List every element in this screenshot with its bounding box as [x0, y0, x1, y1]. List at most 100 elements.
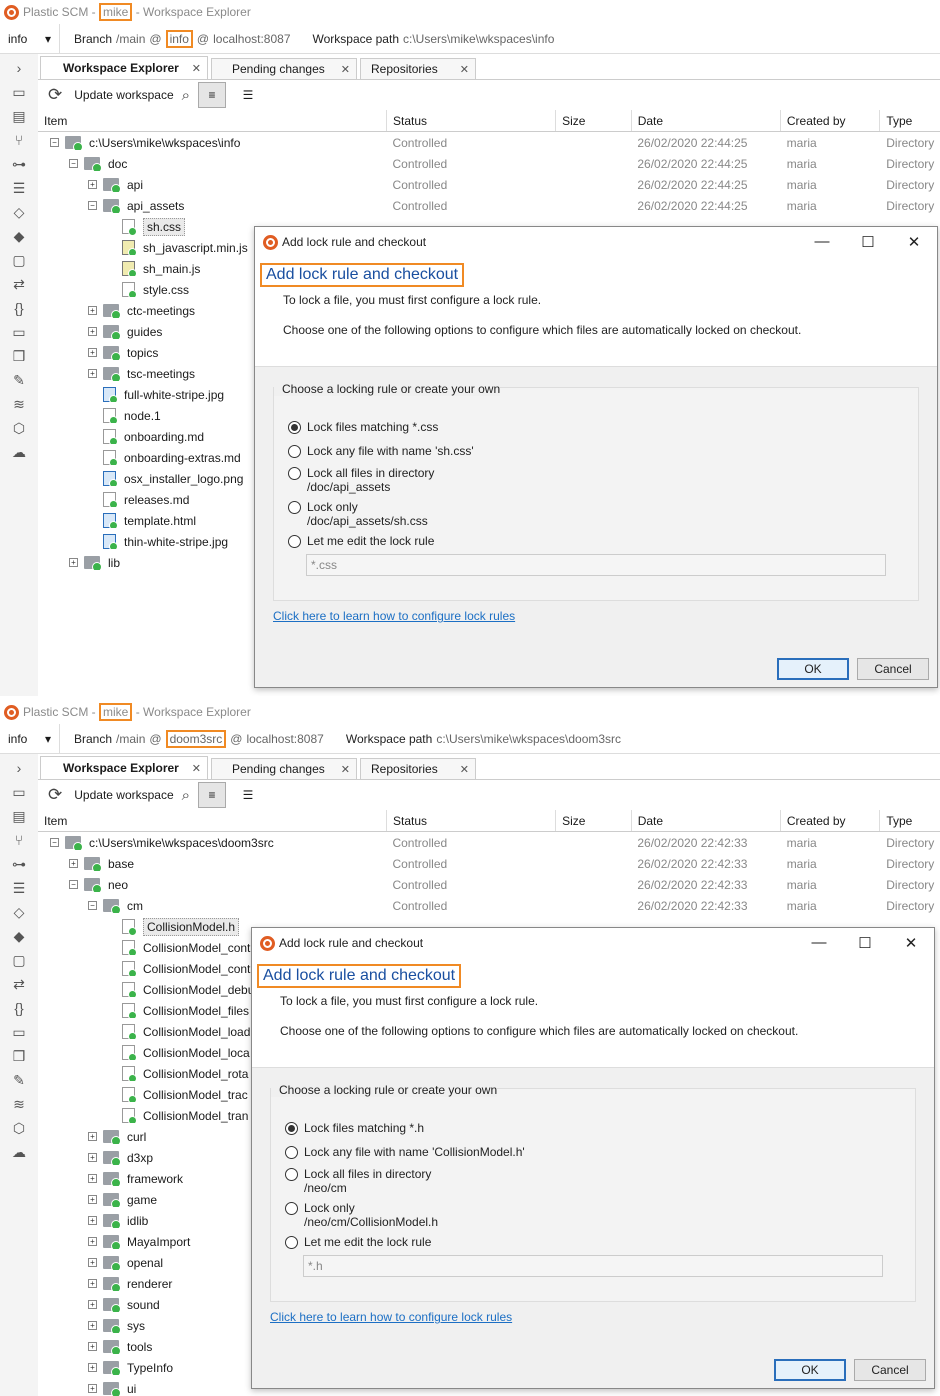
expand-icon[interactable]: +: [88, 1195, 97, 1204]
expand-icon[interactable]: +: [88, 1153, 97, 1162]
expand-icon[interactable]: +: [88, 1216, 97, 1225]
pending-changes-icon[interactable]: ▤: [8, 104, 30, 128]
expand-icon[interactable]: +: [69, 859, 78, 868]
close-icon[interactable]: ✕: [891, 233, 937, 251]
list-view-icon[interactable]: ☰: [234, 82, 262, 108]
expand-icon[interactable]: +: [88, 306, 97, 315]
close-icon[interactable]: ✕: [460, 63, 469, 76]
tab-pending-changes[interactable]: Pending changes ✕: [211, 758, 357, 779]
refresh-icon[interactable]: ⟳: [48, 785, 62, 805]
radio-selected[interactable]: [288, 421, 301, 434]
option-filename[interactable]: Lock any file with name 'sh.css': [288, 444, 918, 458]
refresh-icon[interactable]: ⟳: [48, 85, 62, 105]
close-icon[interactable]: ✕: [192, 62, 201, 75]
option-custom[interactable]: Let me edit the lock rule: [285, 1235, 915, 1249]
option-directory[interactable]: Lock all files in directory/neo/cm: [285, 1167, 915, 1195]
shelves-icon[interactable]: ▢: [8, 948, 30, 972]
expand-icon[interactable]: +: [88, 1237, 97, 1246]
expand-icon[interactable]: +: [88, 1300, 97, 1309]
close-icon[interactable]: ✕: [888, 934, 934, 952]
feed-icon[interactable]: ≋: [8, 1092, 30, 1116]
close-icon[interactable]: ✕: [460, 763, 469, 776]
folder-icon[interactable]: ▭: [8, 80, 30, 104]
expand-icon[interactable]: +: [88, 1174, 97, 1183]
cloud-icon[interactable]: ☁: [8, 440, 30, 464]
minimize-icon[interactable]: —: [799, 233, 845, 251]
collapse-icon[interactable]: −: [50, 138, 59, 147]
workspace-selector[interactable]: info ▾: [0, 24, 60, 53]
attribute-icon[interactable]: ◆: [8, 224, 30, 248]
table-row[interactable]: − cm Controlled 26/02/2020 22:42:33 maria Dir…: [38, 895, 940, 916]
search-icon[interactable]: ⌕: [182, 87, 190, 104]
tab-repositories[interactable]: Repositories ✕: [360, 58, 476, 79]
wrench-icon[interactable]: ✎: [8, 368, 30, 392]
collapse-icon[interactable]: −: [50, 838, 59, 847]
expand-icon[interactable]: +: [88, 369, 97, 378]
col-created-by[interactable]: Created by: [781, 810, 881, 831]
option-only-file[interactable]: Lock only/neo/cm/CollisionModel.h: [285, 1201, 915, 1229]
tree-view-icon[interactable]: ≡: [198, 782, 227, 808]
wrench-icon[interactable]: ✎: [8, 1068, 30, 1092]
table-row[interactable]: − doc Controlled 26/02/2020 22:44:25 maria Di…: [38, 153, 940, 174]
cancel-button[interactable]: Cancel: [854, 1359, 926, 1381]
expand-icon[interactable]: +: [88, 1258, 97, 1267]
collapse-icon[interactable]: −: [88, 201, 97, 210]
branches-icon[interactable]: ⑂: [8, 828, 30, 852]
col-item[interactable]: Item: [38, 110, 388, 131]
update-workspace-button[interactable]: Update workspace: [74, 88, 173, 102]
lock-rule-input[interactable]: *.h: [303, 1255, 883, 1277]
table-row[interactable]: + api Controlled 26/02/2020 22:44:25 maria Di…: [38, 174, 940, 195]
ok-button[interactable]: OK: [777, 658, 849, 680]
expand-icon[interactable]: +: [88, 1132, 97, 1141]
sync-icon[interactable]: ⇄: [8, 272, 30, 296]
cloud-icon[interactable]: ☁: [8, 1140, 30, 1164]
collapse-icon[interactable]: −: [69, 159, 78, 168]
tab-workspace-explorer[interactable]: Workspace Explorer ✕: [40, 756, 208, 779]
help-link[interactable]: Click here to learn how to configure loc…: [270, 1310, 916, 1324]
repository-value[interactable]: doom3src: [165, 729, 227, 748]
tab-repositories[interactable]: Repositories ✕: [360, 758, 476, 779]
col-status[interactable]: Status: [387, 110, 557, 131]
collapse-icon[interactable]: −: [69, 880, 78, 889]
cancel-button[interactable]: Cancel: [857, 658, 929, 680]
plastic-hub-icon[interactable]: ⬡: [8, 416, 30, 440]
shelves-icon[interactable]: ▢: [8, 248, 30, 272]
branches-icon[interactable]: ⑂: [8, 128, 30, 152]
tab-pending-changes[interactable]: Pending changes ✕: [211, 58, 357, 79]
help-link[interactable]: Click here to learn how to configure loc…: [273, 609, 919, 623]
table-row[interactable]: + base Controlled 26/02/2020 22:42:33 maria D…: [38, 853, 940, 874]
sync-icon[interactable]: ⇄: [8, 972, 30, 996]
expand-icon[interactable]: +: [88, 180, 97, 189]
plastic-hub-icon[interactable]: ⬡: [8, 1116, 30, 1140]
col-item[interactable]: Item: [38, 810, 388, 831]
expand-sidebar-icon[interactable]: ›: [8, 756, 30, 780]
radio[interactable]: [288, 535, 301, 548]
code-review-icon[interactable]: {}: [8, 296, 30, 320]
search-icon[interactable]: ⌕: [182, 787, 190, 804]
expand-icon[interactable]: +: [88, 1279, 97, 1288]
expand-icon[interactable]: +: [88, 348, 97, 357]
monitor-icon[interactable]: ▭: [8, 1020, 30, 1044]
expand-icon[interactable]: +: [88, 1321, 97, 1330]
radio[interactable]: [288, 445, 301, 458]
expand-icon[interactable]: +: [69, 558, 78, 567]
repositories-icon[interactable]: ❒: [8, 344, 30, 368]
ok-button[interactable]: OK: [774, 1359, 846, 1381]
branch-value[interactable]: /main: [116, 32, 145, 46]
branch-value[interactable]: /main: [116, 732, 145, 746]
option-extension[interactable]: Lock files matching *.h: [285, 1121, 915, 1135]
option-extension[interactable]: Lock files matching *.css: [288, 420, 918, 434]
changesets-icon[interactable]: ⊶: [8, 152, 30, 176]
option-filename[interactable]: Lock any file with name 'CollisionModel.…: [285, 1145, 915, 1159]
list-icon[interactable]: ☰: [8, 876, 30, 900]
feed-icon[interactable]: ≋: [8, 392, 30, 416]
list-icon[interactable]: ☰: [8, 176, 30, 200]
col-status[interactable]: Status: [387, 810, 557, 831]
option-directory[interactable]: Lock all files in directory/doc/api_asse…: [288, 466, 918, 494]
tree-view-icon[interactable]: ≡: [198, 82, 227, 108]
radio[interactable]: [288, 501, 301, 514]
radio-selected[interactable]: [285, 1122, 298, 1135]
col-type[interactable]: Type: [880, 810, 940, 831]
code-review-icon[interactable]: {}: [8, 996, 30, 1020]
option-custom[interactable]: Let me edit the lock rule: [288, 534, 918, 548]
